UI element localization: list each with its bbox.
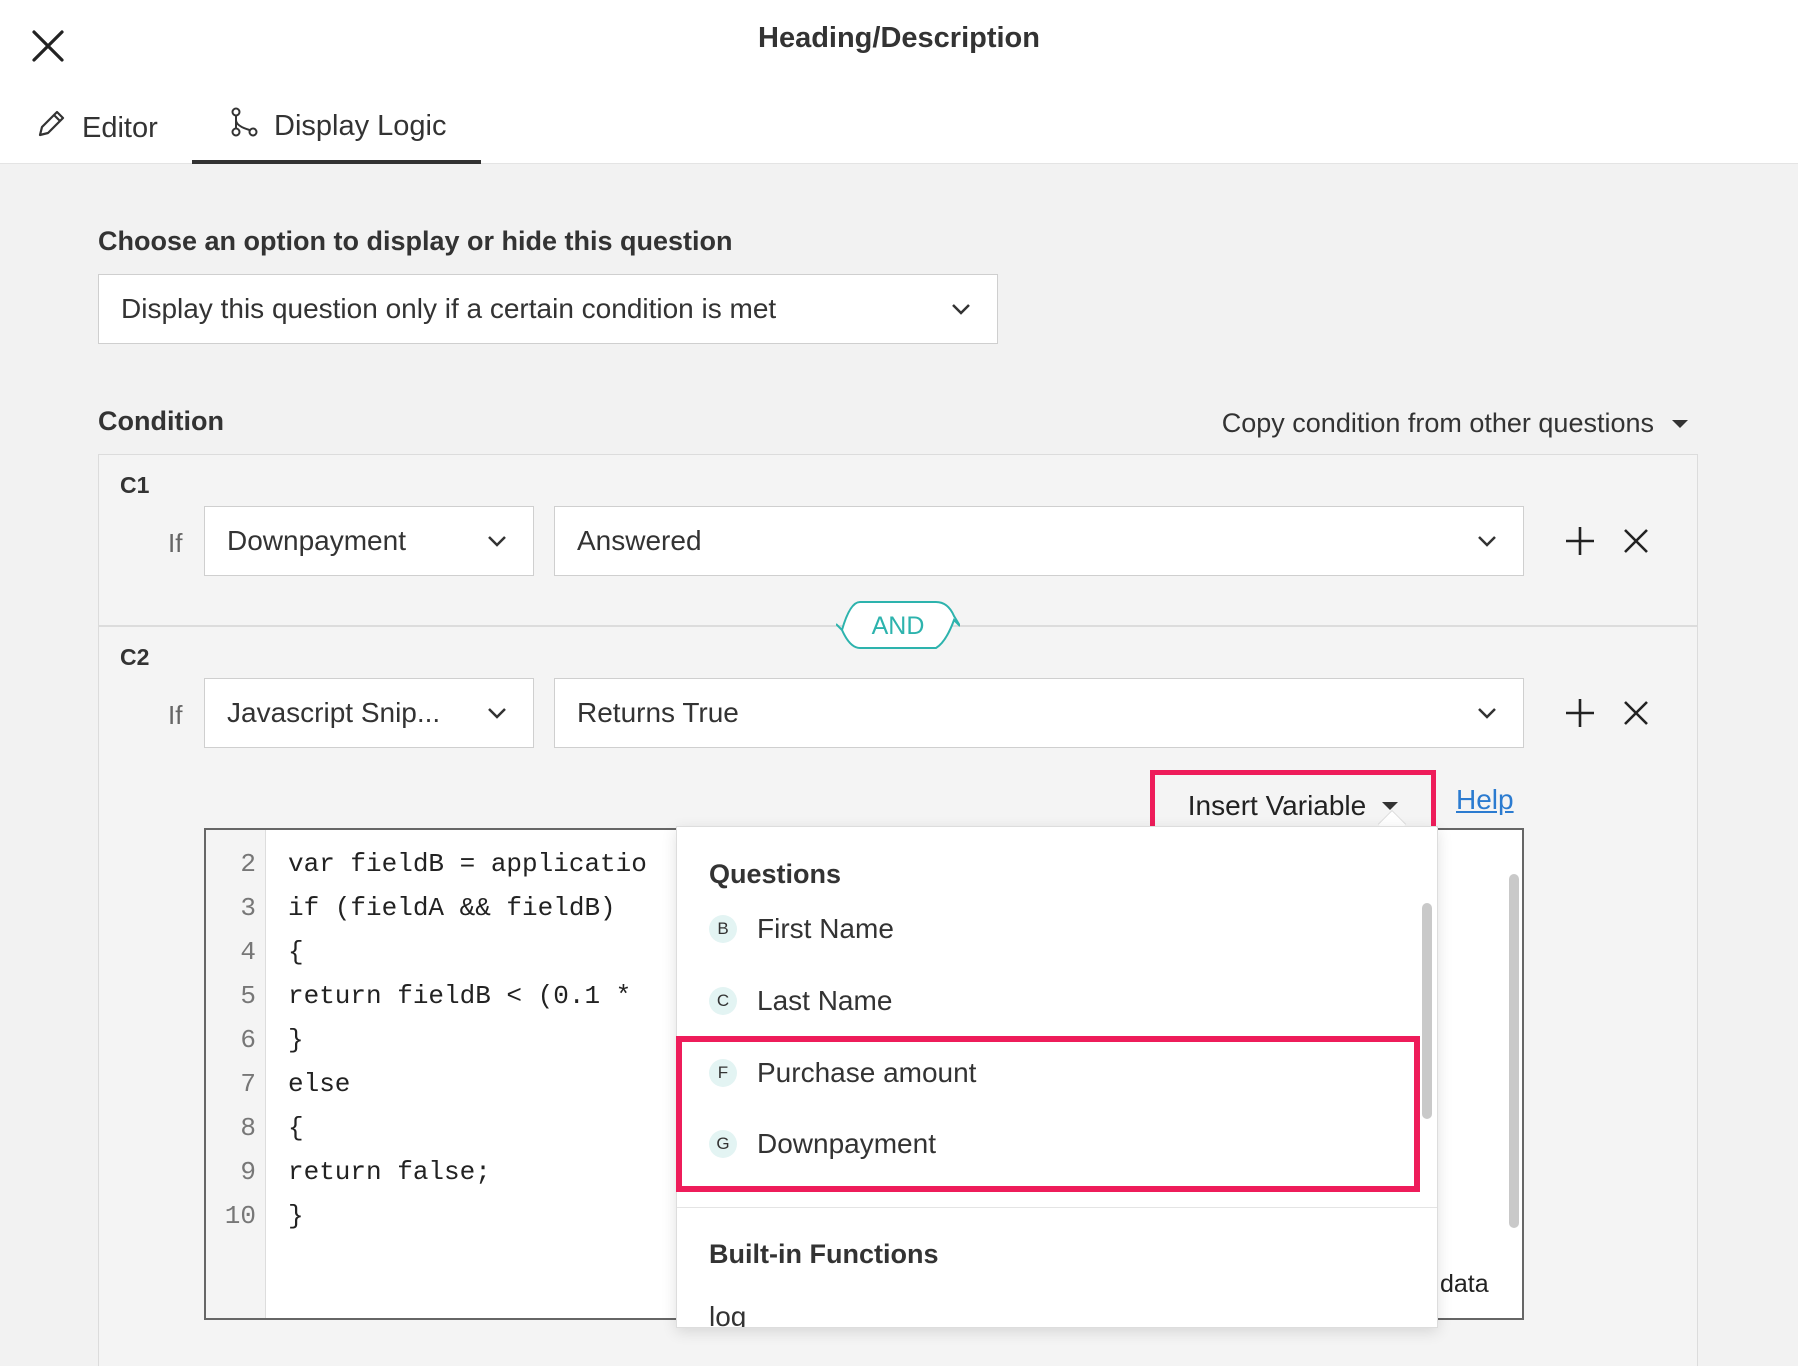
condition-id: C1 <box>120 472 150 498</box>
pencil-icon <box>34 107 82 149</box>
condition-label: Condition <box>98 406 224 436</box>
condition-field-value: Downpayment <box>227 525 406 556</box>
menu-item-label: Purchase amount <box>757 1057 977 1088</box>
code-line: 3 if (fieldA && fieldB) <box>240 893 616 923</box>
chevron-down-icon <box>488 708 506 719</box>
condition-operator-value: Returns True <box>577 697 739 728</box>
question-badge: G <box>709 1130 737 1158</box>
add-condition-icon[interactable] <box>1562 695 1598 731</box>
chevron-down-icon <box>488 536 506 547</box>
code-line: 4{ <box>240 937 304 967</box>
display-option-select[interactable]: Display this question only if a certain … <box>98 274 998 344</box>
menu-item-purchase-amount[interactable]: F Purchase amount <box>677 1043 1417 1103</box>
code-line: 8{ <box>240 1113 304 1143</box>
data-tag: data <box>1440 1270 1489 1298</box>
condition-operator-select[interactable]: Answered <box>554 506 1524 576</box>
insert-variable-label: Insert Variable <box>1187 790 1367 821</box>
display-option-value: Display this question only if a certain … <box>121 293 777 324</box>
caret-down-icon <box>1672 419 1688 428</box>
menu-item-downpayment[interactable]: G Downpayment <box>677 1114 1417 1174</box>
condition-field-value: Javascript Snip... <box>227 697 441 728</box>
menu-item-label: Last Name <box>757 985 893 1016</box>
chevron-down-icon <box>952 304 970 315</box>
code-line: 9 return false; <box>240 1157 491 1187</box>
menu-scrollbar[interactable] <box>1422 903 1432 1119</box>
help-link[interactable]: Help <box>1456 784 1514 816</box>
code-line: 2 var fieldB = applicatio <box>240 849 647 879</box>
menu-item-label: log <box>709 1301 747 1328</box>
tab-editor[interactable]: Editor <box>34 92 158 164</box>
question-badge: B <box>709 915 737 943</box>
question-badge: F <box>709 1059 737 1087</box>
editor-scrollbar[interactable] <box>1509 874 1519 1228</box>
menu-item-first-name[interactable]: B First Name <box>677 899 1417 959</box>
menu-item-label: Downpayment <box>757 1128 936 1159</box>
branch-icon <box>228 106 274 146</box>
copy-condition-label: Copy condition from other questions <box>1221 408 1654 438</box>
condition-field-select[interactable]: Javascript Snip... <box>204 678 534 748</box>
and-operator-label: AND <box>871 612 925 640</box>
menu-item-label: First Name <box>757 913 894 944</box>
menu-item-log[interactable]: log <box>677 1287 1417 1328</box>
remove-condition-icon[interactable] <box>1618 695 1654 731</box>
question-badge: C <box>709 987 737 1015</box>
condition-operator-value: Answered <box>577 525 702 556</box>
menu-divider <box>677 1207 1437 1208</box>
menu-item-last-name[interactable]: C Last Name <box>677 971 1417 1031</box>
tab-editor-label: Editor <box>82 111 158 144</box>
page-title: Heading/Description <box>758 22 1040 54</box>
tab-display-logic[interactable]: Display Logic <box>192 92 481 164</box>
copy-condition-dropdown[interactable]: Copy condition from other questions <box>1222 408 1688 439</box>
tab-display-logic-label: Display Logic <box>274 109 447 142</box>
display-option-label: Choose an option to display or hide this… <box>98 226 733 256</box>
code-line: 10} <box>224 1201 304 1231</box>
questions-heading: Questions <box>709 859 842 889</box>
condition-operator-select[interactable]: Returns True <box>554 678 1524 748</box>
add-condition-icon[interactable] <box>1562 523 1598 559</box>
if-label: If <box>168 528 183 558</box>
chevron-down-icon <box>1478 536 1496 547</box>
condition-id: C2 <box>120 644 150 670</box>
code-line: 6} <box>240 1025 304 1055</box>
chevron-down-icon <box>1478 708 1496 719</box>
functions-heading: Built-in Functions <box>709 1239 939 1269</box>
condition-field-select[interactable]: Downpayment <box>204 506 534 576</box>
insert-variable-menu: Questions B First Name C Last Name F Pur… <box>676 826 1438 1328</box>
caret-down-icon <box>1382 802 1399 810</box>
code-line: 5 return fieldB < (0.1 * <box>240 981 632 1011</box>
top-bar: Heading/Description Editor Display Logic <box>0 0 1798 164</box>
remove-condition-icon[interactable] <box>1618 523 1654 559</box>
if-label: If <box>168 700 183 730</box>
and-operator-toggle[interactable]: AND <box>836 600 960 650</box>
code-line: 7 else <box>240 1069 351 1099</box>
